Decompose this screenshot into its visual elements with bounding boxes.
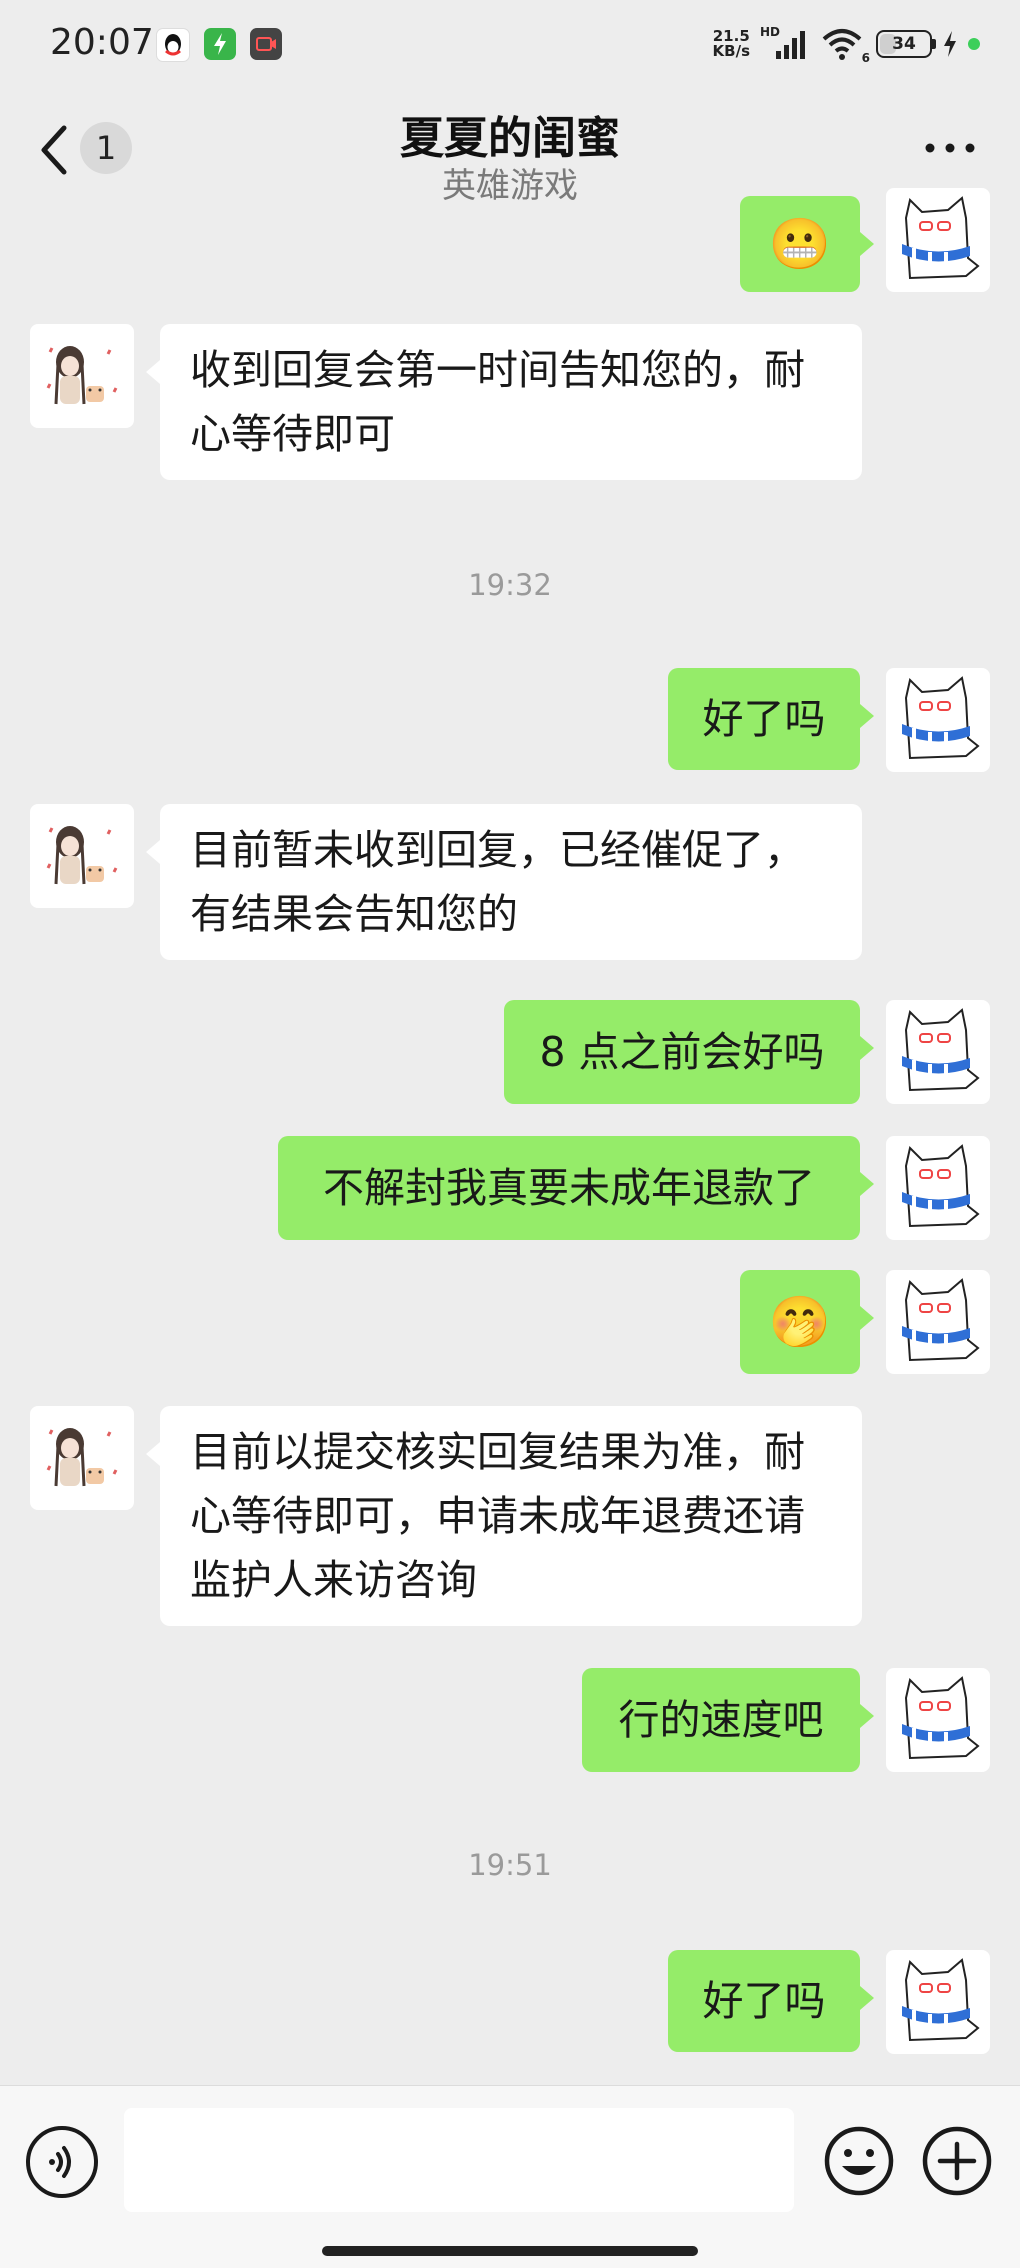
girl-avatar-icon [46,826,118,885]
avatar-contact[interactable] [30,1406,134,1510]
cat-avatar-icon [902,1958,980,2042]
message-input[interactable] [124,2108,794,2212]
lightning-icon [942,30,958,58]
cat-avatar-icon [902,1676,980,1760]
chat-title: 夏夏的闺蜜 [400,113,620,164]
message-bubble[interactable]: 不解封我真要未成年退款了 [278,1136,874,1240]
screen-record-icon [250,28,282,60]
status-bar: 20:07 21.5 KB/s HD 6 34 [0,0,1020,92]
cat-avatar-icon [902,196,980,280]
cat-avatar-icon [902,1278,980,1362]
message-bubble[interactable]: 8 点之前会好吗 [504,1000,874,1104]
chat-header: 1 夏夏的闺蜜 英雄游戏 [0,92,1020,210]
message-bubble[interactable]: 目前以提交核实回复结果为准，耐心等待即可，申请未成年退费还请监护人来访咨询 [146,1406,862,1626]
message-bubble[interactable]: 🤭 [740,1270,874,1374]
battery-level: 34 [892,34,916,54]
avatar-self[interactable] [886,1668,990,1772]
cat-avatar-icon [902,1144,980,1228]
avatar-self[interactable] [886,1000,990,1104]
signal-bars-icon: HD [760,25,810,61]
message-bubble[interactable]: 好了吗 [668,1950,874,2052]
girl-avatar-icon [46,346,118,405]
message-bubble[interactable]: 行的速度吧 [582,1668,874,1772]
avatar-self[interactable] [886,1136,990,1240]
message-bubble[interactable]: 目前暂未收到回复，已经催促了，有结果会告知您的 [146,804,862,960]
grimace-emoji: 😬 [768,215,832,273]
green-dot-icon [968,38,980,50]
cat-avatar-icon [902,676,980,760]
qq-notification-icon [156,28,190,62]
plus-circle-icon[interactable] [920,2124,994,2198]
network-speed-unit: KB/s [712,42,750,60]
battery-saver-app-icon [204,28,236,60]
network-speed: 21.5 KB/s [713,29,750,59]
hd-label: HD [760,25,781,39]
avatar-self[interactable] [886,188,990,292]
face-hand-emoji: 🤭 [768,1293,832,1351]
chat-subtitle: 英雄游戏 [442,166,578,206]
avatar-contact[interactable] [30,804,134,908]
avatar-contact[interactable] [30,324,134,428]
wifi-icon: 6 [820,27,870,65]
message-bubble[interactable]: 😬 [740,196,874,292]
cat-avatar-icon [902,1008,980,1092]
emoji-smile-icon[interactable] [822,2124,896,2198]
wifi-label: 6 [861,51,870,65]
avatar-self[interactable] [886,668,990,772]
avatar-self[interactable] [886,1950,990,2054]
girl-avatar-icon [46,1428,118,1487]
timestamp-separator: 19:32 [468,568,552,602]
avatar-self[interactable] [886,1270,990,1374]
more-dots-icon[interactable] [920,128,980,168]
message-bubble[interactable]: 收到回复会第一时间告知您的，耐心等待即可 [146,324,862,480]
message-bubble[interactable]: 好了吗 [668,668,874,770]
battery-indicator: 34 [876,30,936,58]
status-time: 20:07 [50,22,154,63]
input-bar [0,2085,1020,2268]
home-indicator[interactable] [322,2246,698,2256]
status-right-group: 21.5 KB/s HD 6 34 [713,24,980,65]
voice-icon[interactable] [26,2126,98,2198]
timestamp-separator: 19:51 [468,1848,552,1882]
